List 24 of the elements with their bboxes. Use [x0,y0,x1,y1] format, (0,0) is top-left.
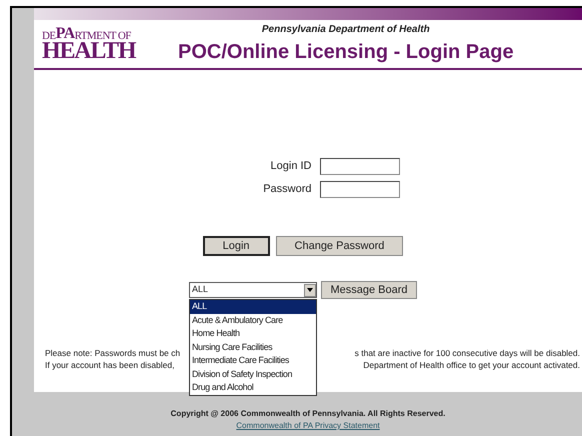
dropdown-option[interactable]: Intermediate Care Facilities [190,354,316,368]
subtitle: Pennsylvania Department of Health [262,22,430,36]
dropdown-option[interactable]: Nursing Care Facilities [190,340,316,354]
input-field[interactable] [320,181,400,198]
note-text: s that are inactive for 100 consecutive days will be disabled. [354,347,580,359]
dropdown-option[interactable]: Division of Safety Inspection [190,368,316,381]
dropdown-option[interactable]: Drug and Alcohol [190,381,316,394]
note-text: Department of Health office to get your account activated. [363,359,580,371]
field-label: Password [262,182,312,198]
dropdown-option[interactable]: Home Health [190,327,316,340]
privacy-link[interactable]: Commonwealth of PA Privacy Statement [236,420,380,432]
change-password-button[interactable]: Change Password [276,236,404,256]
dropdown-option[interactable]: Acute & Ambulatory Care [190,314,316,327]
message-board-button[interactable]: Message Board [321,281,417,299]
note-text: If your account has been disabled, [45,359,174,371]
input-field[interactable] [320,158,400,175]
category-select[interactable]: ALL [189,282,317,298]
login-button[interactable]: Login [202,236,270,256]
copyright-text: Copyright @ 2006 Commonwealth of Pennsylvania. All Rights Reserved. [170,408,446,420]
note-text: Please note: Passwords must be ch [45,347,180,359]
field-label: Login ID [270,159,312,174]
page-title: POC/Online Licensing - Login Page [178,40,514,64]
dropdown-option[interactable]: ALL [190,300,316,314]
logo: DEPARTMENT OF HEALTH [42,26,137,62]
